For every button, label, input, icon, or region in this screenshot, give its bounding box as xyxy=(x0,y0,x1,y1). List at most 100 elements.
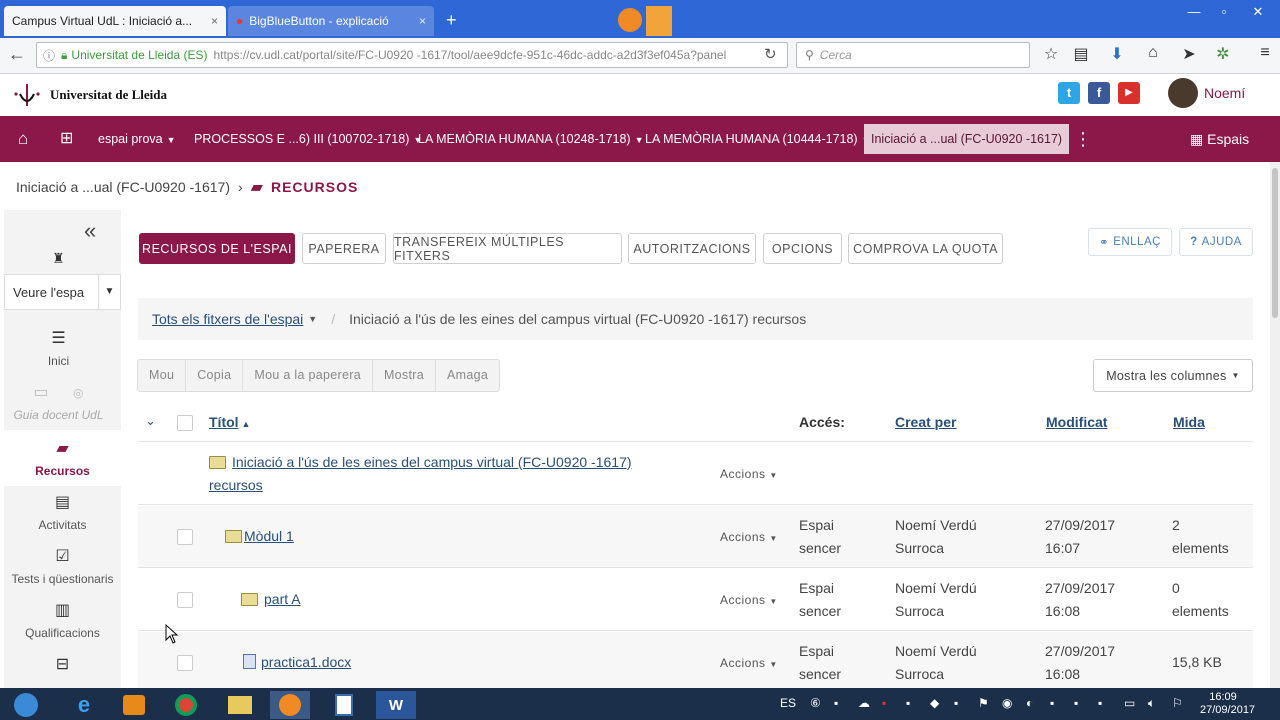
close-tab-icon[interactable]: × xyxy=(419,14,426,28)
page-scrollbar-thumb[interactable] xyxy=(1272,168,1278,318)
tray-app-icon[interactable]: ▪ xyxy=(1098,696,1102,710)
item-name[interactable]: part A xyxy=(241,588,301,611)
link-button[interactable]: ⚭ ENLLAÇ xyxy=(1088,228,1172,256)
options-button[interactable]: OPCIONS xyxy=(763,233,842,264)
university-logo[interactable]: Universitat de Lleida xyxy=(12,82,167,108)
twitter-icon[interactable]: t xyxy=(1058,82,1080,104)
word-icon[interactable]: W xyxy=(376,691,416,719)
all-files-link[interactable]: Tots els fitxers de l'espai xyxy=(152,311,303,327)
tray-app-icon[interactable]: ⑥ xyxy=(810,696,821,710)
tray-app-icon[interactable]: ▪ xyxy=(1074,696,1078,710)
row-checkbox[interactable] xyxy=(177,592,193,608)
taskbar-clock[interactable]: 16:09 27/09/2017 xyxy=(1200,691,1255,717)
created-by-column-header[interactable]: Creat per xyxy=(895,414,956,430)
tab-campus-virtual[interactable]: Campus Virtual UdL : Iniciació a... × xyxy=(4,6,226,36)
modified-column-header[interactable]: Modificat xyxy=(1046,414,1107,430)
sidebar-item-qualificacions[interactable]: ▥ Qualificacions xyxy=(4,600,121,644)
youtube-icon[interactable]: ▶ xyxy=(1118,82,1140,104)
language-indicator[interactable]: ES xyxy=(780,696,796,710)
user-menu[interactable]: Noemí xyxy=(1168,78,1245,108)
nav-site-espai-prova[interactable]: espai prova ▼ xyxy=(98,116,176,162)
move-button[interactable]: Mou xyxy=(138,360,187,391)
notepad-icon[interactable] xyxy=(324,691,364,719)
tray-app-icon[interactable]: ◉ xyxy=(1002,696,1012,710)
nav-site-memoria-10444[interactable]: LA MEMÒRIA HUMANA (10444-1718)▼ xyxy=(645,116,871,162)
tab-bigbluebutton[interactable]: ● BigBlueButton - explicació × xyxy=(228,6,434,36)
cloud-icon[interactable]: ☁ xyxy=(858,696,870,710)
show-button[interactable]: Mostra xyxy=(373,360,436,391)
address-bar[interactable]: ⓘ 🔒︎ Universitat de Lleida (ES) https://… xyxy=(36,42,788,68)
network-icon[interactable]: ▭ xyxy=(1124,696,1135,710)
title-column-header[interactable]: Títol ▲ xyxy=(209,414,250,430)
root-folder-name[interactable]: Iniciació a l'ús de les eines del campus… xyxy=(209,451,632,474)
extension-icon[interactable]: ✲ xyxy=(1212,44,1234,64)
home-icon[interactable]: ⌂ xyxy=(1142,44,1164,62)
tray-app-icon[interactable]: ◆ xyxy=(930,696,939,710)
nav-site-current[interactable]: Iniciació a ...ual (FC-U0920 -1617) xyxy=(864,124,1070,154)
view-as-select[interactable]: Veure l'espa ▼ xyxy=(4,274,121,310)
actions-dropdown[interactable]: Accions ▼ xyxy=(720,467,778,481)
pdf-icon[interactable]: ▪ xyxy=(882,696,886,710)
copy-button[interactable]: Copia xyxy=(186,360,244,391)
back-arrow-icon[interactable]: ← xyxy=(8,44,26,65)
action-center-icon[interactable]: ⚐ xyxy=(1172,696,1183,710)
sitemap-icon[interactable]: ⊞ xyxy=(60,116,73,162)
internet-explorer-icon[interactable]: e xyxy=(64,691,104,719)
sidebar-item-tests[interactable]: ☑ Tests i qüestionaris xyxy=(4,546,121,590)
close-window-icon[interactable]: ✕ xyxy=(1244,4,1272,22)
select-all-checkbox[interactable] xyxy=(177,415,193,431)
collapse-sidebar-button[interactable]: « xyxy=(84,218,96,244)
show-columns-button[interactable]: Mostra les columnes ▼ xyxy=(1093,359,1253,392)
home-icon[interactable]: ⌂ xyxy=(18,116,28,162)
sidebar-item-activitats[interactable]: ▤ Activitats xyxy=(4,492,121,536)
info-icon[interactable]: ⓘ xyxy=(43,47,55,64)
sidebar-item-recursos[interactable]: ▰ Recursos xyxy=(4,430,121,486)
resources-button[interactable]: RECURSOS DE L'ESPAI xyxy=(139,233,295,264)
folder-name-line2[interactable]: recursos xyxy=(209,474,263,497)
row-checkbox[interactable] xyxy=(177,655,193,671)
breadcrumb-site[interactable]: Iniciació a ...ual (FC-U0920 -1617) xyxy=(16,179,230,195)
tray-app-icon[interactable]: ▪ xyxy=(906,696,910,710)
nav-site-memoria-10248[interactable]: LA MEMÒRIA HUMANA (10248-1718) ▼ xyxy=(418,116,644,162)
check-quota-button[interactable]: COMPROVA LA QUOTA xyxy=(848,233,1003,264)
close-tab-icon[interactable]: × xyxy=(211,14,218,28)
trash-button[interactable]: PAPERERA xyxy=(302,233,386,264)
flag-icon[interactable]: ⚑ xyxy=(978,696,989,710)
firefox-taskbar-icon[interactable] xyxy=(270,691,310,719)
row-checkbox[interactable] xyxy=(177,529,193,545)
sidebar-item-inici[interactable]: ☰ Inici xyxy=(0,328,117,376)
maximize-icon[interactable]: ▫ xyxy=(1210,4,1238,22)
help-button[interactable]: ? AJUDA xyxy=(1179,228,1253,256)
upload-multiple-button[interactable]: TRANSFEREIX MÚLTIPLES FITXERS xyxy=(393,233,622,264)
volume-icon[interactable]: 🔈︎ xyxy=(1148,696,1155,711)
tray-app-icon[interactable]: ▪ xyxy=(954,696,958,710)
nav-site-processos[interactable]: PROCESSOS E ...6) III (100702-1718) ▼ xyxy=(194,116,422,162)
reload-icon[interactable]: ↻ xyxy=(764,45,777,63)
new-tab-button[interactable]: + xyxy=(446,10,457,31)
menu-icon[interactable]: ≡ xyxy=(1254,44,1276,62)
sidebar-item-guia-docent[interactable]: ▭ ◎ Guia docent UdL xyxy=(0,382,117,426)
tray-app-icon[interactable]: ◐ xyxy=(1026,696,1033,710)
expand-all-icon[interactable]: ⌄ xyxy=(145,413,156,429)
chrome-icon[interactable] xyxy=(166,691,206,719)
item-name[interactable]: practica1.docx xyxy=(243,651,351,674)
facebook-icon[interactable]: f xyxy=(1088,82,1110,104)
hide-button[interactable]: Amaga xyxy=(436,360,499,391)
downloads-icon[interactable]: ⬇ xyxy=(1106,44,1128,64)
item-name[interactable]: Mòdul 1 xyxy=(225,525,294,548)
actions-dropdown[interactable]: Accions ▼ xyxy=(720,593,778,607)
minimize-icon[interactable]: — xyxy=(1180,4,1208,22)
chevron-down-icon[interactable]: ▼ xyxy=(308,314,317,324)
actions-dropdown[interactable]: Accions ▼ xyxy=(720,656,778,670)
tray-app-icon[interactable]: ▪ xyxy=(1050,696,1054,710)
reading-list-icon[interactable]: ▤ xyxy=(1070,44,1092,64)
move-to-trash-button[interactable]: Mou a la paperera xyxy=(243,360,373,391)
search-input[interactable]: ⚲ Cerca xyxy=(796,42,1030,68)
tray-app-icon[interactable]: ▪ xyxy=(834,696,838,710)
media-player-icon[interactable] xyxy=(114,691,154,719)
actions-dropdown[interactable]: Accions ▼ xyxy=(720,530,778,544)
file-explorer-icon[interactable] xyxy=(220,691,260,719)
sidebar-item-more[interactable]: ⊟ xyxy=(4,654,121,684)
firefox-icon[interactable] xyxy=(618,8,642,32)
start-button-icon[interactable] xyxy=(6,691,46,719)
